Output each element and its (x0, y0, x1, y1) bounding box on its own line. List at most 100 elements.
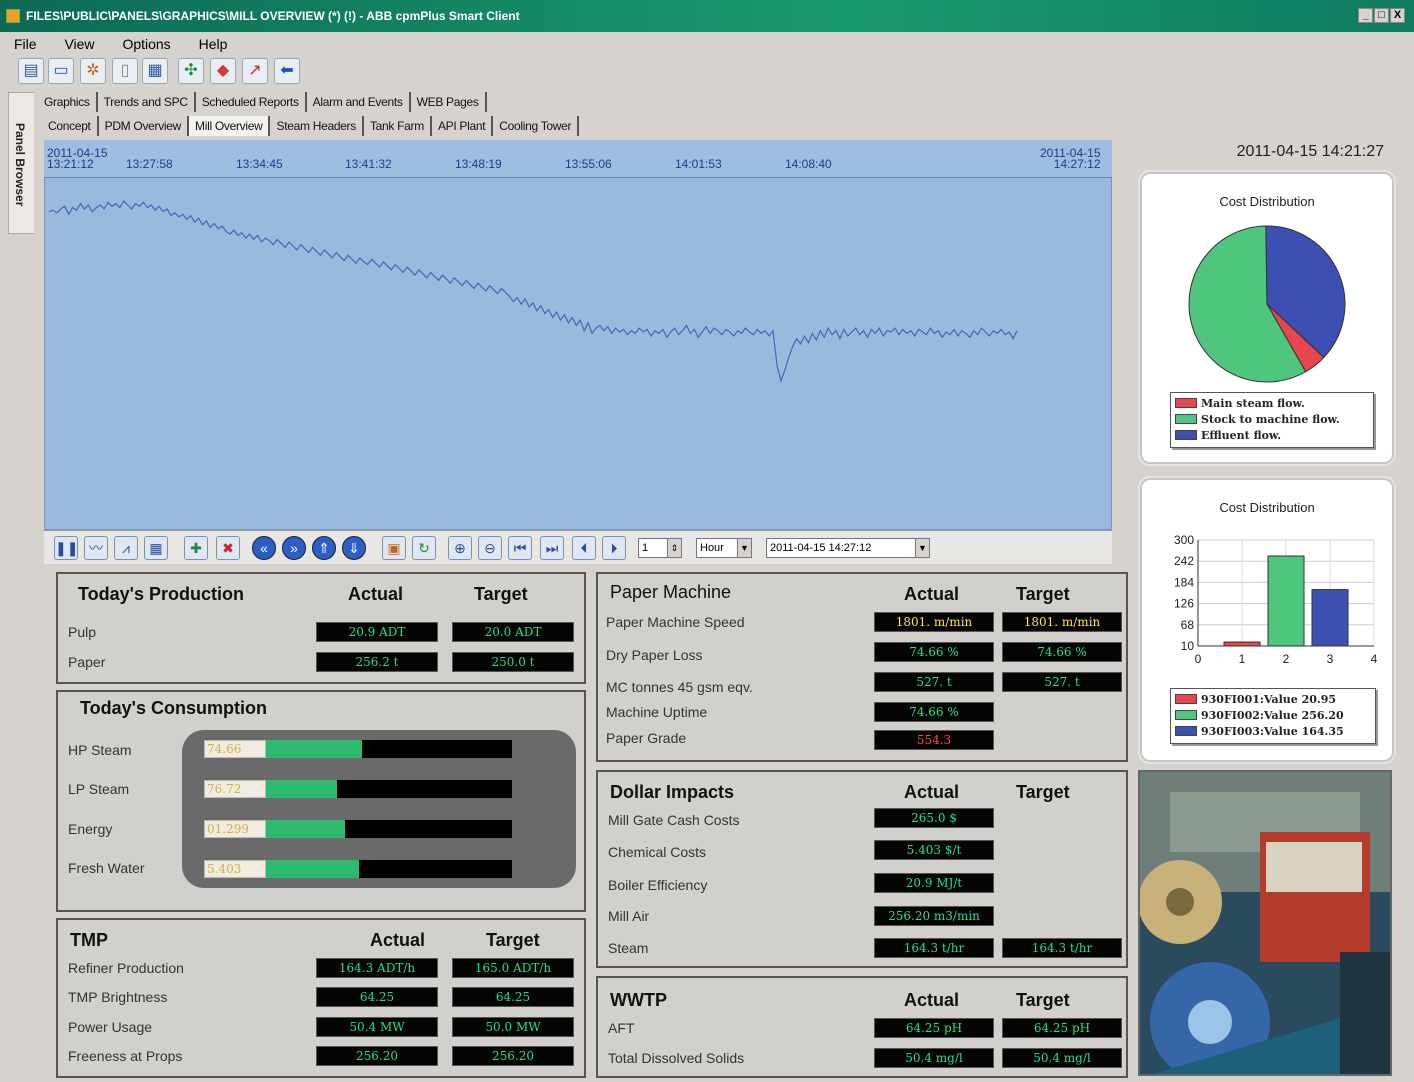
tab-trends-spc[interactable]: Trends and SPC (98, 92, 196, 112)
actual-header: Actual (904, 782, 960, 802)
y-tick-label: 126 (1174, 597, 1194, 611)
shapes-icon[interactable]: ◆ (210, 58, 236, 84)
legend-swatch (1175, 694, 1197, 704)
step-forward-icon[interactable]: ⏵ (602, 536, 626, 560)
legend-label: 930FI001:Value 20.95 (1201, 693, 1337, 706)
refresh-icon[interactable]: ↻ (412, 536, 436, 560)
paper-machine-panel: Paper Machine Actual Target Paper Machin… (596, 572, 1128, 762)
close-button[interactable]: X (1390, 8, 1405, 23)
gauge-value: 74.66 (204, 740, 266, 758)
chevron-down-icon[interactable]: ▼ (915, 539, 929, 557)
window-icon[interactable]: ▭ (48, 58, 74, 84)
pie-legend: Main steam flow. Stock to machine flow. … (1170, 392, 1374, 448)
legend-swatch (1175, 414, 1197, 424)
network-icon[interactable]: ✣ (178, 58, 204, 84)
tab-graphics[interactable]: Graphics (38, 92, 98, 112)
tab-web-pages[interactable]: WEB Pages (411, 92, 487, 112)
span-value: 1 (642, 542, 649, 554)
target-value: 165.0 ADT/h (452, 958, 574, 978)
menu-help[interactable]: Help (185, 32, 238, 52)
actual-header: Actual (370, 930, 426, 950)
scroll-up-icon[interactable]: ⇑ (312, 536, 336, 560)
scroll-down-icon[interactable]: ⇓ (342, 536, 366, 560)
row-label: Boiler Efficiency (608, 877, 708, 893)
consumption-panel: Today's Consumption HP Steam 74.66 LP St… (56, 690, 586, 912)
tab-tank-farm[interactable]: Tank Farm (364, 116, 432, 136)
chevron-down-icon[interactable]: ▼ (737, 539, 751, 557)
trend-tick: 13:55:06 (565, 157, 612, 171)
trend-tick: 13:41:32 (345, 157, 392, 171)
actual-value: 256.2 t (316, 652, 438, 672)
actual-value: 527. t (874, 672, 994, 692)
clipboard-icon[interactable]: ▯ (112, 58, 138, 84)
step-back-icon[interactable]: ⏴ (572, 536, 596, 560)
app-icon (6, 9, 20, 23)
legend-item: 930FI003:Value 164.35 (1175, 724, 1371, 740)
tab-scheduled-reports[interactable]: Scheduled Reports (196, 92, 307, 112)
target-value: 527. t (1002, 672, 1122, 692)
minimize-button[interactable]: _ (1358, 8, 1373, 23)
menu-view[interactable]: View (50, 32, 104, 52)
tab-alarm-events[interactable]: Alarm and Events (307, 92, 411, 112)
multi-trend-icon[interactable]: 〰 (84, 536, 108, 560)
gauge-value: 5.403 (204, 860, 266, 878)
tab-steam-headers[interactable]: Steam Headers (270, 116, 364, 136)
settings-gear-icon[interactable]: ✲ (80, 58, 106, 84)
target-value: 64.25 pH (1002, 1018, 1122, 1038)
unit-value: Hour (700, 542, 724, 554)
tab-pdm-overview[interactable]: PDM Overview (99, 116, 190, 136)
gauge-value: 01.299 (204, 820, 266, 838)
actual-value: 256.20 (316, 1046, 438, 1066)
dollar-impacts-panel: Dollar Impacts Actual Target Mill Gate C… (596, 770, 1128, 968)
actual-value: 50.4 MW (316, 1017, 438, 1037)
trend-chart[interactable] (44, 140, 1112, 530)
paper-machine-title: Paper Machine (610, 582, 732, 602)
tab-cooling-tower[interactable]: Cooling Tower (493, 116, 580, 136)
target-value: 256.20 (452, 1046, 574, 1066)
gauge-bar (266, 740, 512, 758)
layout-icon[interactable]: ▤ (18, 58, 44, 84)
last-page-icon[interactable]: ⏭ (540, 536, 564, 560)
line-chart-icon[interactable]: ⩘ (114, 536, 138, 560)
target-value: 1801. m/min (1002, 612, 1122, 632)
tab-concept[interactable]: Concept (42, 116, 99, 136)
table-icon[interactable]: ▦ (144, 536, 168, 560)
trend-toolbar: ❚❚ 〰 ⩘ ▦ ✚ ✖ « » ⇑ ⇓ ▣ ↻ ⊕ ⊖ ⏮ ⏭ ⏴ ⏵ 1 ⇕ … (44, 530, 1112, 564)
trend-chart-icon[interactable]: ↗ (242, 58, 268, 84)
back-arrow-icon[interactable]: ⬅ (274, 58, 300, 84)
export-icon[interactable]: ▣ (382, 536, 406, 560)
menu-options[interactable]: Options (108, 32, 180, 52)
production-title: Today's Production (78, 584, 244, 604)
row-label: AFT (608, 1020, 635, 1036)
trend-end-label: 2011-04-15 14:27:12 (1040, 147, 1101, 170)
unit-select[interactable]: Hour ▼ (696, 538, 752, 558)
bar (1223, 641, 1261, 647)
grid-icon[interactable]: ▦ (142, 58, 168, 84)
datetime-picker[interactable]: 2011-04-15 14:27:12 ▼ (766, 538, 930, 558)
tab-mill-overview[interactable]: Mill Overview (189, 116, 271, 136)
pause-icon[interactable]: ❚❚ (54, 536, 78, 560)
actual-value: 164.3 t/hr (874, 938, 994, 958)
maximize-button[interactable]: □ (1374, 8, 1389, 23)
spinner-arrows-icon[interactable]: ⇕ (667, 539, 681, 557)
add-pen-icon[interactable]: ✚ (184, 536, 208, 560)
actual-header: Actual (904, 584, 960, 604)
menu-file[interactable]: File (0, 32, 47, 52)
tab-api-plant[interactable]: API Plant (432, 116, 494, 136)
span-spinner[interactable]: 1 ⇕ (638, 538, 682, 558)
legend-label: 930FI003:Value 164.35 (1201, 725, 1344, 738)
row-label: Power Usage (68, 1019, 153, 1035)
first-page-icon[interactable]: ⏮ (508, 536, 532, 560)
legend-item: 930FI001:Value 20.95 (1175, 692, 1371, 708)
trend-tick: 13:48:19 (455, 157, 502, 171)
zoom-in-icon[interactable]: ⊕ (448, 536, 472, 560)
remove-pen-icon[interactable]: ✖ (216, 536, 240, 560)
row-label: Steam (608, 940, 649, 956)
wwtp-title: WWTP (610, 990, 667, 1010)
rewind-icon[interactable]: « (252, 536, 276, 560)
panel-browser-tab[interactable]: Panel Browser (8, 92, 34, 234)
target-header: Target (1016, 782, 1070, 802)
zoom-out-icon[interactable]: ⊖ (478, 536, 502, 560)
y-tick-label: 184 (1174, 575, 1194, 589)
forward-icon[interactable]: » (282, 536, 306, 560)
